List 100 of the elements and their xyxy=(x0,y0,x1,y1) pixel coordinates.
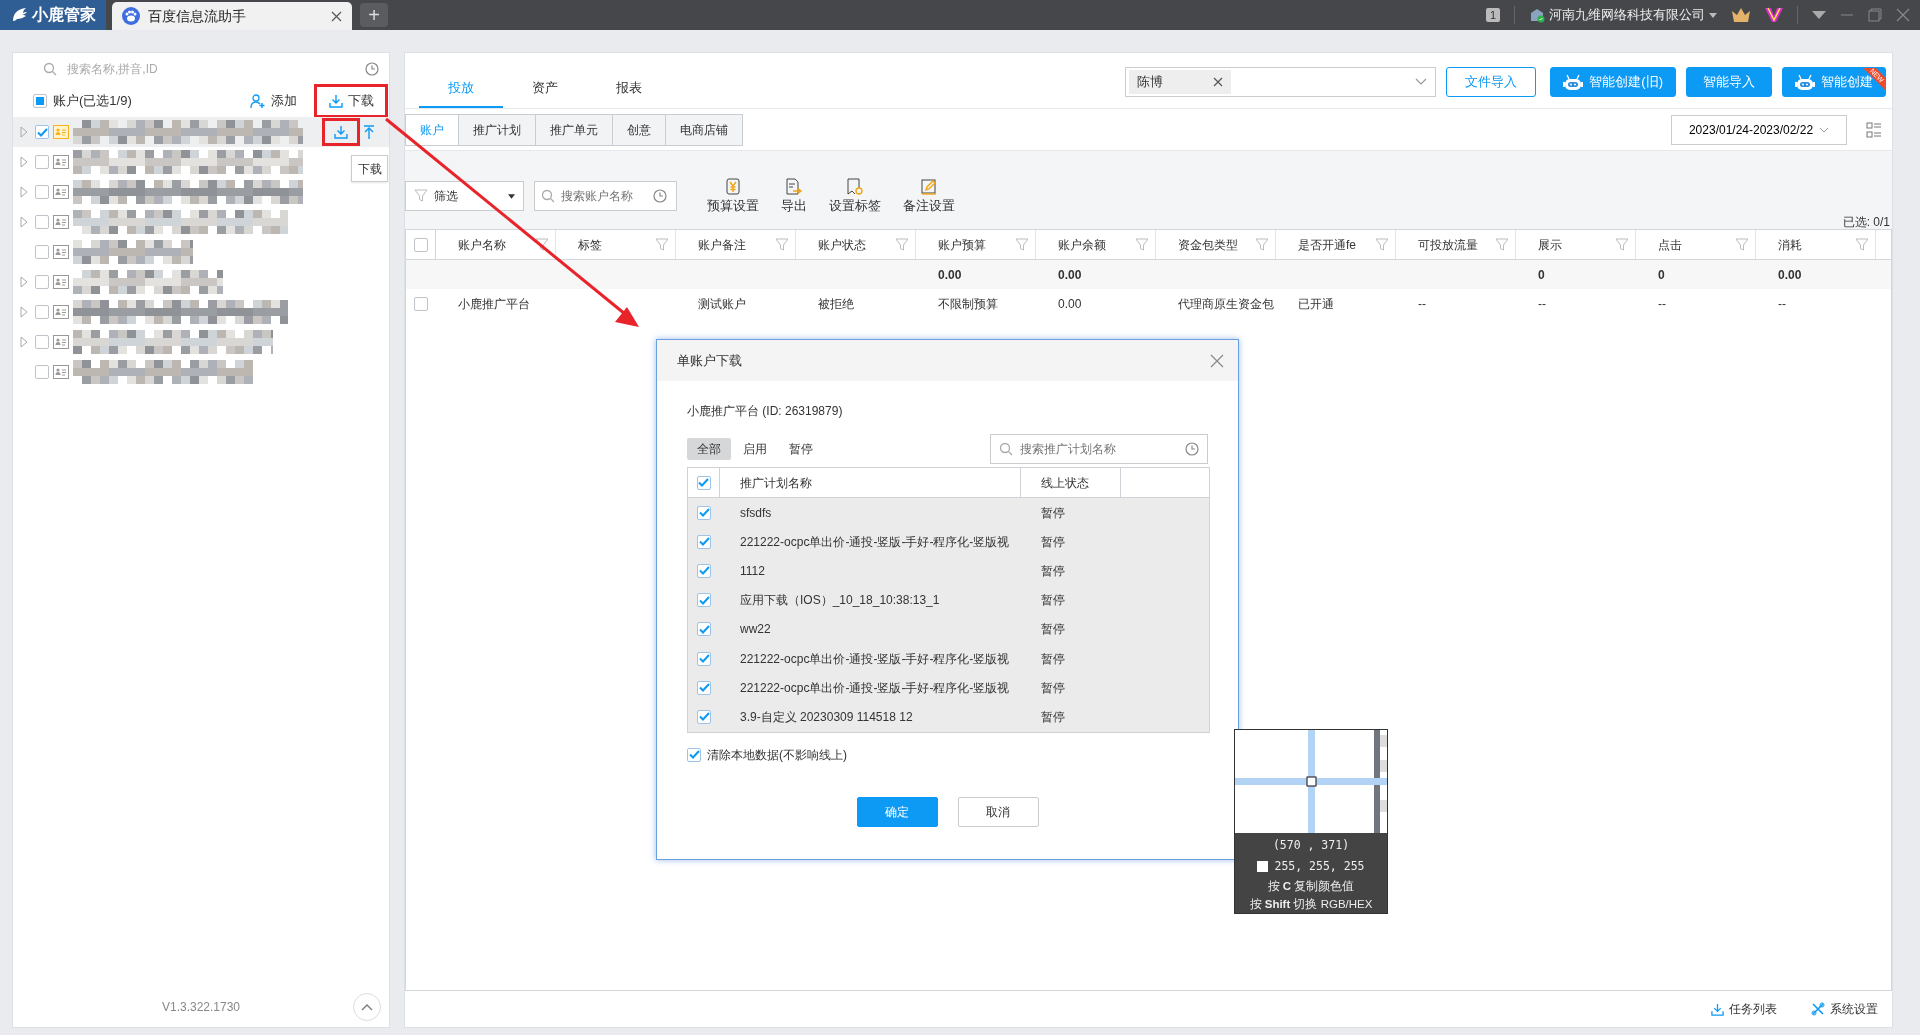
v-badge-icon[interactable] xyxy=(1765,7,1783,23)
close-icon[interactable] xyxy=(331,10,342,22)
app-logo-tab[interactable]: 小鹿管家 xyxy=(0,0,106,30)
scroll-up-button[interactable] xyxy=(353,993,381,1021)
checkbox[interactable] xyxy=(35,215,49,229)
chevron-up-icon xyxy=(361,1003,373,1011)
table-cell-text: sfsdfs xyxy=(740,504,772,522)
search-input[interactable]: 搜索推广计划名称 xyxy=(1018,439,1180,459)
filter-icon[interactable] xyxy=(1495,237,1509,252)
search-field[interactable]: 搜索推广计划名称 xyxy=(990,434,1208,464)
sub-tab[interactable]: 推广单元 xyxy=(536,115,613,145)
filter-tab[interactable]: 启用 xyxy=(733,438,777,460)
id-card-icon xyxy=(53,125,69,139)
checkbox[interactable] xyxy=(35,335,49,349)
filter-select[interactable]: 筛选 xyxy=(405,181,524,211)
date-range-picker[interactable]: 2023/01/24-2023/02/22 xyxy=(1671,114,1847,145)
tag-icon xyxy=(846,178,864,197)
checkbox[interactable] xyxy=(697,505,711,520)
search-input[interactable]: 搜索账户名称 xyxy=(559,186,649,206)
footer-link[interactable]: 任务列表 xyxy=(1711,1000,1777,1018)
download-button[interactable] xyxy=(325,121,357,143)
toolbar-action[interactable]: 设置标签 xyxy=(823,178,887,216)
filter-tab[interactable]: 全部 xyxy=(687,438,731,460)
expand-icon[interactable] xyxy=(20,306,28,318)
column-header: 可投放流量 xyxy=(1418,236,1478,254)
filter-icon[interactable] xyxy=(1735,237,1749,252)
browser-tab[interactable]: 百度信息流助手 xyxy=(112,2,352,30)
checkbox[interactable] xyxy=(35,365,49,379)
table-cell-text: 221222-ocpc单出价-通投-竖版-手好-程序化-竖版视 xyxy=(740,533,1010,551)
dropdown-icon[interactable] xyxy=(1812,11,1826,19)
toolbar-action[interactable]: 导出 xyxy=(775,178,813,216)
close-icon[interactable] xyxy=(1896,8,1910,22)
checkbox[interactable] xyxy=(696,475,711,490)
checkbox[interactable] xyxy=(414,297,428,311)
checkbox[interactable] xyxy=(35,305,49,319)
restore-icon[interactable] xyxy=(1868,8,1882,22)
id-card-icon xyxy=(53,335,69,349)
toolbar-action[interactable]: 预算设置 xyxy=(701,178,765,216)
expand-icon[interactable] xyxy=(20,336,28,348)
filter-icon[interactable] xyxy=(535,237,549,252)
checkbox[interactable] xyxy=(35,185,49,199)
company-selector[interactable]: 河南九维网络科技有限公司 xyxy=(1529,5,1717,25)
download-icon xyxy=(1711,1002,1724,1016)
checkbox[interactable] xyxy=(687,747,701,762)
tooltip: 下载 xyxy=(351,155,388,182)
close-button[interactable] xyxy=(1210,353,1224,368)
crown-icon[interactable] xyxy=(1731,7,1751,23)
filter-icon[interactable] xyxy=(1375,237,1389,252)
download-button[interactable]: 下载 xyxy=(317,87,385,115)
search-field[interactable]: 搜索名称,拼音,ID xyxy=(65,59,357,79)
table-cell-text: -- xyxy=(1658,296,1666,313)
tab[interactable]: 报表 xyxy=(587,70,671,108)
filter-icon[interactable] xyxy=(775,237,789,252)
checkbox[interactable] xyxy=(697,709,711,724)
checkbox[interactable] xyxy=(35,125,49,139)
search-field[interactable]: 搜索账户名称 xyxy=(534,181,677,211)
selection-count: 已选: 0/1 xyxy=(1841,215,1891,229)
account-row[interactable] xyxy=(13,117,389,147)
expand-icon[interactable] xyxy=(20,186,28,198)
checkbox[interactable] xyxy=(697,651,711,666)
close-icon[interactable] xyxy=(1213,76,1224,87)
checkbox[interactable] xyxy=(35,275,49,289)
filter-icon[interactable] xyxy=(895,237,909,252)
filter-icon[interactable] xyxy=(1615,237,1629,252)
column-header: 资金包类型 xyxy=(1178,236,1238,254)
column-header: 线上状态 xyxy=(1041,474,1089,492)
expand-icon[interactable] xyxy=(20,276,28,288)
history-icon[interactable] xyxy=(365,62,379,76)
upload-icon[interactable] xyxy=(363,125,375,139)
checkbox[interactable] xyxy=(697,563,711,578)
checkbox[interactable] xyxy=(697,622,711,637)
filter-icon[interactable] xyxy=(1855,237,1869,252)
sub-tab[interactable]: 推广计划 xyxy=(459,115,536,145)
expand-icon[interactable] xyxy=(20,156,28,168)
color-swatch xyxy=(1257,860,1269,872)
cancel-button[interactable]: 取消 xyxy=(957,796,1039,827)
checkbox[interactable] xyxy=(35,245,49,259)
owner-select[interactable]: 陈博 xyxy=(1125,66,1437,97)
view-list-icon[interactable] xyxy=(1866,121,1882,138)
filter-icon[interactable] xyxy=(1015,237,1029,252)
filter-icon[interactable] xyxy=(655,237,669,252)
column-header: 消耗 xyxy=(1778,236,1802,254)
checkbox[interactable] xyxy=(413,237,428,252)
checkbox[interactable] xyxy=(697,680,711,695)
tab[interactable]: 资产 xyxy=(503,70,587,108)
sub-tab[interactable]: 电商店铺 xyxy=(666,115,742,145)
checkbox[interactable] xyxy=(33,94,47,108)
footer-link[interactable]: 系统设置 xyxy=(1811,1000,1878,1018)
filter-tab[interactable]: 暂停 xyxy=(779,438,823,460)
checkbox[interactable] xyxy=(35,155,49,169)
checkbox[interactable] xyxy=(697,534,711,549)
filter-icon[interactable] xyxy=(1255,237,1269,252)
filter-icon[interactable] xyxy=(1135,237,1149,252)
expand-icon[interactable] xyxy=(20,126,28,138)
sub-tab[interactable]: 创意 xyxy=(613,115,666,145)
add-button[interactable]: 添加 xyxy=(244,88,303,114)
expand-icon[interactable] xyxy=(20,216,28,228)
toolbar-action[interactable]: 备注设置 xyxy=(897,178,961,216)
new-tab-button[interactable]: + xyxy=(360,3,388,27)
checkbox[interactable] xyxy=(697,593,711,608)
